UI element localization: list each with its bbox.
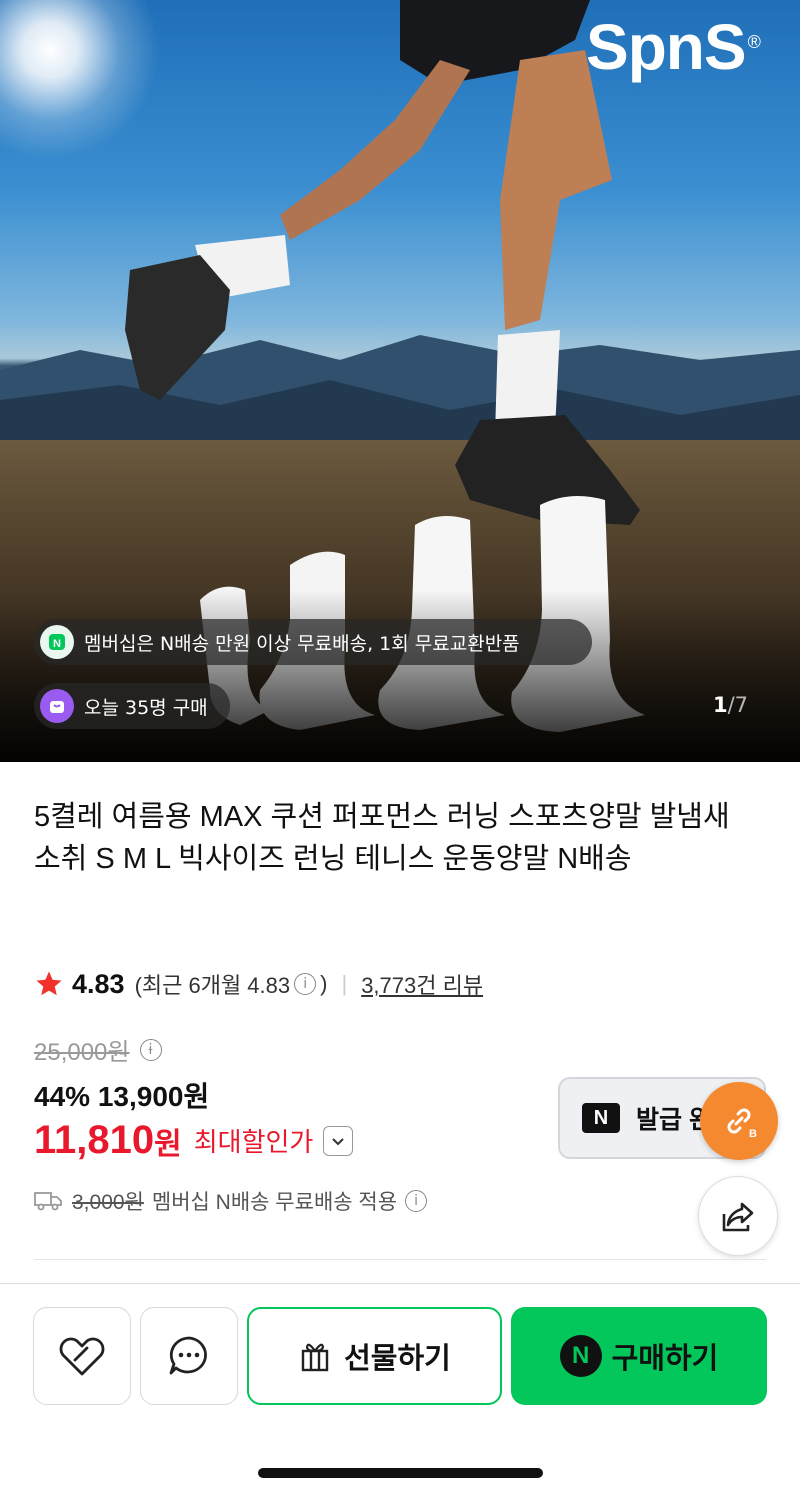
rating-score: 4.83 bbox=[72, 968, 125, 999]
truck-icon bbox=[34, 1192, 62, 1211]
section-divider bbox=[34, 1259, 766, 1260]
info-icon[interactable]: i bbox=[294, 973, 317, 995]
price-info-icon[interactable]: i bbox=[139, 1038, 162, 1061]
chevron-down-icon[interactable] bbox=[323, 1125, 354, 1156]
shopping-bag-icon bbox=[40, 689, 74, 723]
image-counter: 1/7 bbox=[712, 693, 748, 717]
wishlist-button[interactable] bbox=[33, 1307, 131, 1405]
link-icon: B bbox=[727, 1108, 757, 1140]
share-button[interactable] bbox=[698, 1176, 778, 1256]
rating-row: 4.83 (최근 6개월 4.83 i ) | 3,773건 리뷰 bbox=[34, 968, 483, 1000]
original-price: 25,000원 i bbox=[34, 1032, 166, 1067]
review-count-link[interactable]: 3,773건 리뷰 bbox=[361, 968, 483, 1000]
svg-text:B: B bbox=[749, 1128, 757, 1140]
svg-text:N: N bbox=[53, 638, 61, 650]
star-icon bbox=[36, 971, 62, 996]
membership-banner: N 멤버십은 N배송 만원 이상 무료배송, 1회 무료교환반품 bbox=[34, 619, 592, 665]
heart-icon bbox=[59, 1337, 105, 1376]
chat-button[interactable] bbox=[140, 1307, 238, 1405]
gift-button[interactable]: 선물하기 bbox=[247, 1307, 502, 1405]
affiliate-link-button[interactable]: B bbox=[700, 1082, 778, 1160]
purchase-today-badge: 오늘 35명 구매 bbox=[34, 683, 230, 729]
bottom-bar-divider bbox=[0, 1283, 800, 1284]
shipping-info-icon[interactable]: i bbox=[405, 1190, 428, 1212]
n-pay-icon: N bbox=[582, 1103, 620, 1133]
image-gradient-overlay bbox=[0, 590, 800, 762]
n-pay-logo-icon: N bbox=[559, 1335, 602, 1377]
product-image-carousel[interactable]: SpnS ® N 멤버십은 N배송 만원 이상 무료배송, 1회 무료교환반품 오… bbox=[0, 0, 800, 762]
gift-icon bbox=[301, 1343, 329, 1372]
rating-recent: (최근 6개월 4.83 bbox=[134, 973, 291, 998]
product-title: 5켤레 여름용 MAX 쿠션 퍼포먼스 러닝 스포츠양말 발냄새소취 S M L… bbox=[34, 801, 730, 875]
max-discount-price[interactable]: 11,810 원 최대할인가 bbox=[34, 1118, 354, 1163]
home-indicator[interactable] bbox=[258, 1468, 543, 1478]
chat-bubble-icon bbox=[169, 1336, 207, 1375]
buy-button[interactable]: N 구매하기 bbox=[511, 1307, 767, 1405]
n-delivery-icon: N bbox=[40, 625, 74, 659]
discount-price: 44% 13,900원 bbox=[34, 1081, 210, 1112]
brand-logo: SpnS ® bbox=[586, 11, 761, 83]
share-icon bbox=[722, 1202, 754, 1232]
divider: | bbox=[341, 971, 348, 996]
shipping-info: 3,000원 멤버십 N배송 무료배송 적용 i bbox=[34, 1186, 431, 1216]
